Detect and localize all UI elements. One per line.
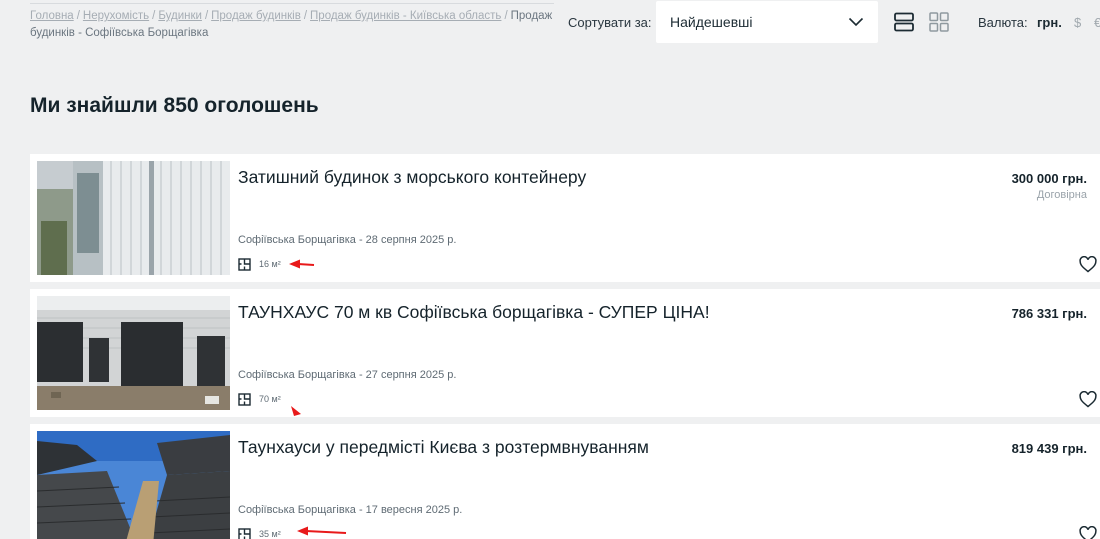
breadcrumb-link-real-estate[interactable]: Нерухомість (83, 10, 149, 22)
top-bar: Головна / Нерухомість / Будинки / Продаж будин… (0, 0, 1100, 50)
listing-area-value: 70 м² (259, 394, 281, 404)
breadcrumb-link-home[interactable]: Головна (30, 10, 74, 22)
list-view-icon[interactable] (893, 11, 915, 33)
listing-title[interactable]: Таунхауси у передмісті Києва з розтермвн… (238, 437, 649, 458)
price-negotiable-label: Договірна (1036, 189, 1087, 201)
listing-location-date: Софіївська Борщагівка - 28 серпня 2025 р… (238, 234, 457, 246)
listing-area: 70 м² (238, 391, 281, 407)
chevron-down-icon (848, 17, 864, 27)
listing-title[interactable]: Затишний будинок з морського контейнеру (238, 167, 586, 188)
sort-selected-value: Найдешевші (670, 14, 753, 30)
listing-price: 300 000 грн. (1011, 171, 1087, 186)
listing-card[interactable]: Затишний будинок з морського контейнеру … (30, 154, 1100, 282)
listing-title[interactable]: ТАУНХАУС 70 м кв Софіївська борщагівка -… (238, 302, 710, 323)
currency-eur-option[interactable]: € (1094, 15, 1100, 30)
listing-location-date: Софіївська Борщагівка - 27 серпня 2025 р… (238, 369, 457, 381)
sort-select[interactable]: Найдешевші (656, 1, 878, 43)
breadcrumb-separator: / (152, 10, 156, 22)
annotation-arrow (289, 259, 315, 269)
breadcrumb-separator: / (504, 10, 508, 22)
listing-area-value: 16 м² (259, 259, 281, 269)
listing-area: 35 м² (238, 526, 281, 539)
currency-label: Валюта: (978, 15, 1028, 30)
breadcrumb-separator: / (204, 10, 209, 22)
listing-card[interactable]: ТАУНХАУС 70 м кв Софіївська борщагівка -… (30, 289, 1100, 417)
heart-icon[interactable] (1079, 526, 1097, 539)
listing-price: 786 331 грн. (1011, 306, 1087, 321)
listing-photo[interactable] (37, 296, 230, 410)
breadcrumb-divider (30, 3, 554, 4)
heart-icon[interactable] (1079, 256, 1097, 273)
breadcrumb: Головна / Нерухомість / Будинки / Продаж будин… (30, 8, 555, 42)
listing-area: 16 м² (238, 256, 281, 272)
grid-view-icon[interactable] (928, 11, 950, 33)
annotation-arrow (291, 406, 301, 416)
breadcrumb-separator: / (303, 10, 308, 22)
listing-area-value: 35 м² (259, 529, 281, 539)
floor-plan-icon (238, 527, 251, 539)
currency-uah-option[interactable]: грн. (1037, 15, 1062, 30)
breadcrumb-link-houses[interactable]: Будинки (158, 10, 202, 22)
heart-icon[interactable] (1079, 391, 1097, 408)
breadcrumb-link-kyiv-region[interactable]: Продаж будинків - Київська область (310, 10, 501, 22)
listing-photo[interactable] (37, 431, 230, 539)
listing-price: 819 439 грн. (1011, 441, 1087, 456)
listing-location-date: Софіївська Борщагівка - 17 вересня 2025 … (238, 504, 463, 516)
annotation-arrow (297, 526, 347, 536)
currency-usd-option[interactable]: $ (1074, 15, 1081, 30)
floor-plan-icon (238, 392, 251, 406)
listing-card[interactable]: Таунхауси у передмісті Києва з розтермвн… (30, 424, 1100, 539)
breadcrumb-separator: / (76, 10, 80, 22)
sort-label: Сортувати за: (568, 15, 652, 30)
results-title: Ми знайшли 850 оголошень (30, 94, 319, 117)
floor-plan-icon (238, 257, 251, 271)
listing-photo[interactable] (37, 161, 230, 275)
breadcrumb-link-house-sale[interactable]: Продаж будинків (211, 10, 301, 22)
